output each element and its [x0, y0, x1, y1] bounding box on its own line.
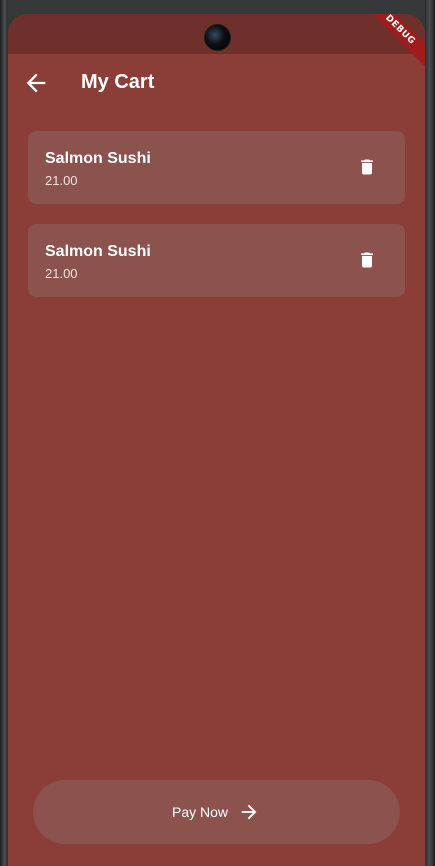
- app-bar: My Cart: [8, 54, 425, 112]
- cart-item-price: 21.00: [45, 173, 78, 188]
- cart-item: Salmon Sushi 21.00: [28, 224, 405, 297]
- arrow-left-icon: [26, 73, 46, 93]
- cart-item-price: 21.00: [45, 266, 78, 281]
- app-screen: DEBUG My Cart Salmon Sushi 21.00 Salmon …: [8, 14, 425, 866]
- delete-item-button[interactable]: [357, 249, 377, 271]
- delete-item-button[interactable]: [357, 156, 377, 178]
- trash-icon: [361, 159, 373, 175]
- cart-item-name: Salmon Sushi: [45, 243, 151, 260]
- cart-item-name: Salmon Sushi: [45, 150, 151, 167]
- device-bezel-right: [425, 0, 435, 866]
- cart-item: Salmon Sushi 21.00: [28, 131, 405, 204]
- device-frame: DEBUG My Cart Salmon Sushi 21.00 Salmon …: [0, 0, 435, 866]
- page-title: My Cart: [81, 71, 155, 93]
- camera-icon: [204, 24, 231, 51]
- pay-now-label: Pay Now: [172, 804, 229, 820]
- pay-now-button[interactable]: Pay Now: [33, 780, 400, 844]
- device-bezel-left: [0, 0, 8, 866]
- back-button[interactable]: [22, 69, 50, 97]
- trash-icon: [361, 252, 373, 268]
- arrow-right-icon: [241, 804, 257, 820]
- cart-list: Salmon Sushi 21.00 Salmon Sushi 21.00: [28, 131, 405, 317]
- status-bar: [8, 14, 425, 54]
